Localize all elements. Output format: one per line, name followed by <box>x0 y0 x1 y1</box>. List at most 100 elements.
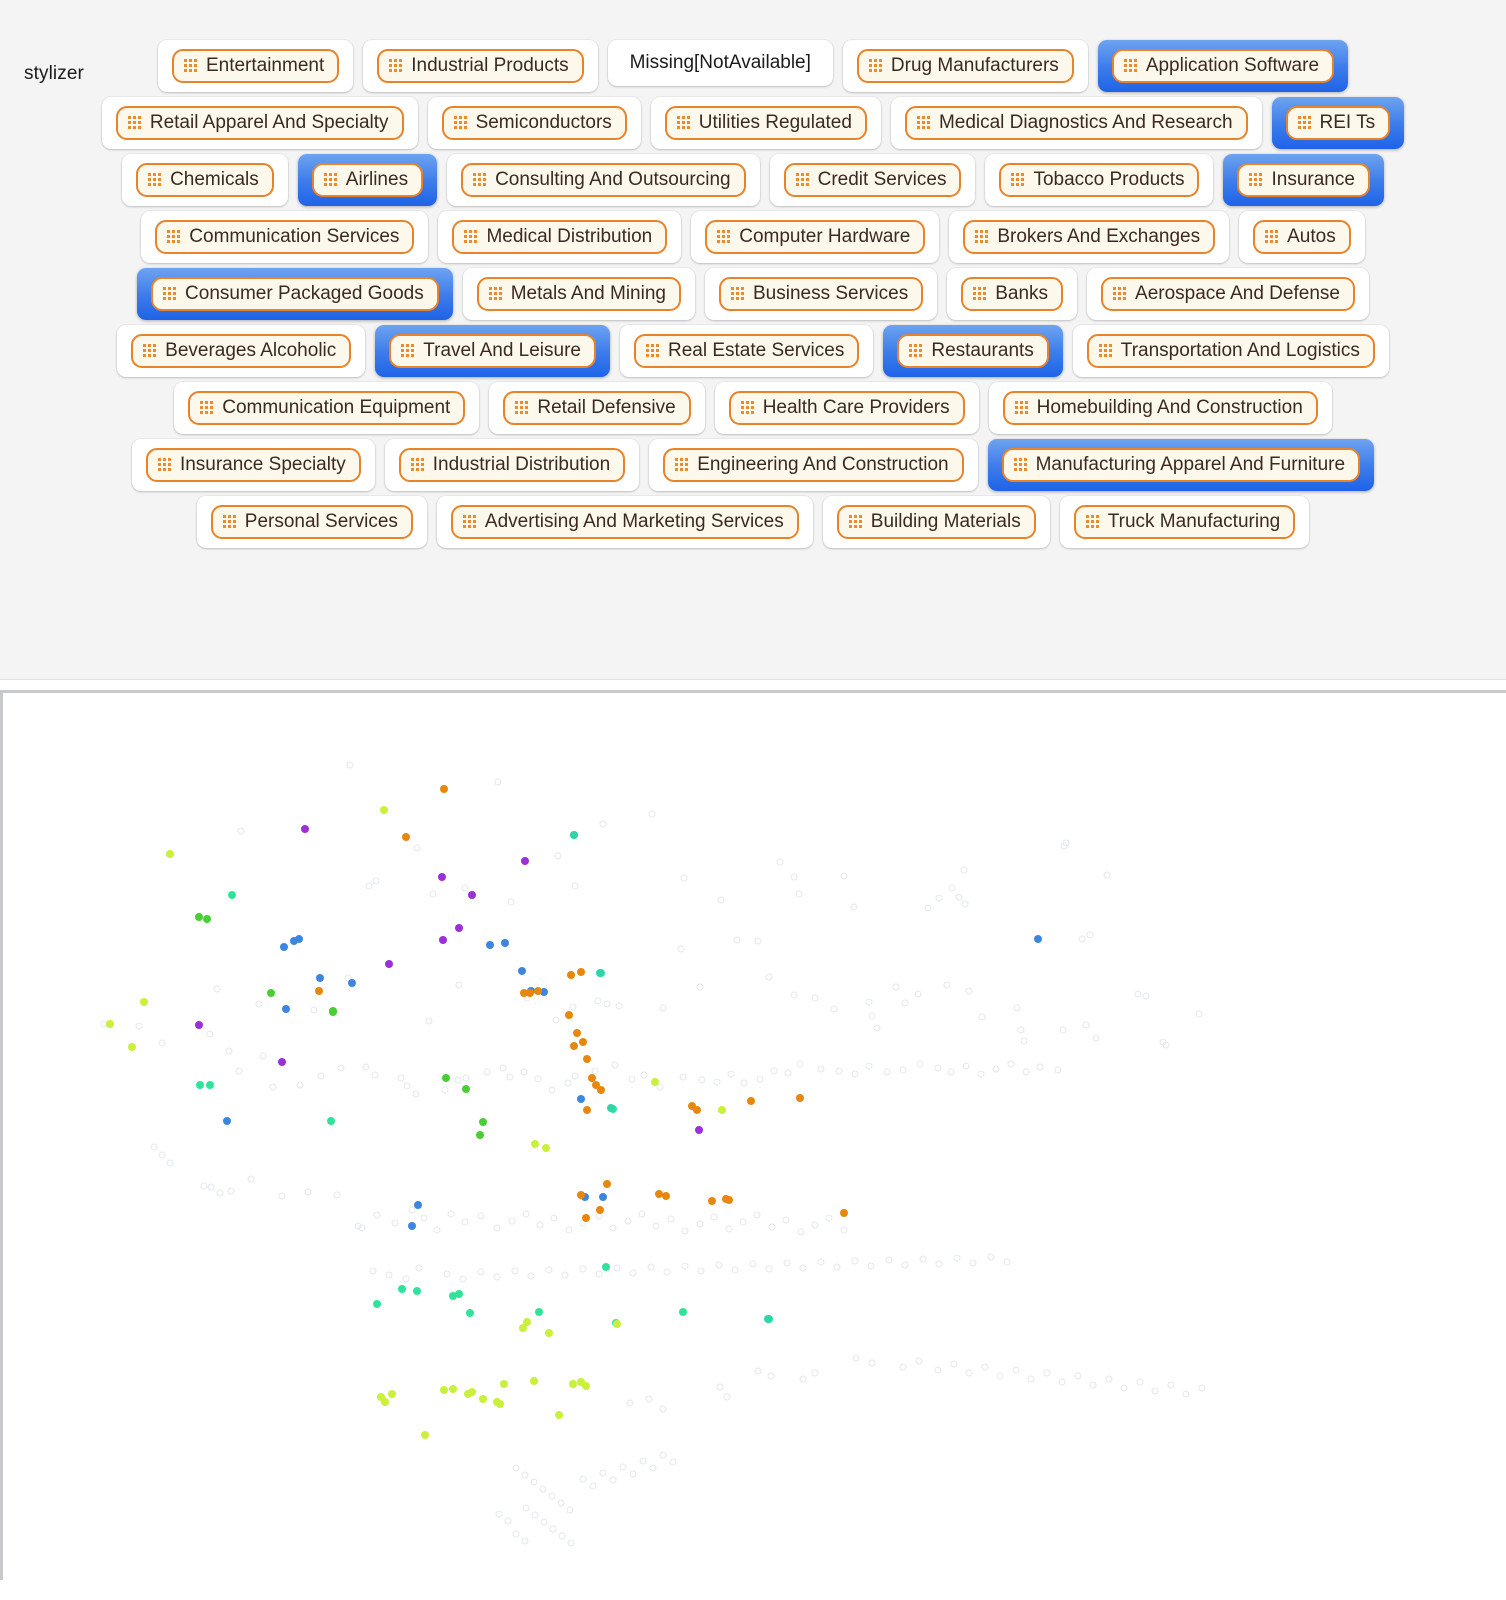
scatter-point-unselected[interactable] <box>892 983 900 991</box>
scatter-point-unselected[interactable] <box>603 1000 611 1008</box>
scatter-point-unselected[interactable] <box>548 1492 556 1500</box>
scatter-point-unselected[interactable] <box>455 981 463 989</box>
scatter-point-unselected[interactable] <box>740 1079 748 1087</box>
scatter-point-unselected[interactable] <box>679 1073 687 1081</box>
scatter-point-unselected[interactable] <box>158 1039 166 1047</box>
scatter-point[interactable] <box>567 971 575 979</box>
scatter-point-unselected[interactable] <box>965 1369 973 1377</box>
scatter-point-unselected[interactable] <box>521 1537 529 1545</box>
scatter-point[interactable] <box>166 850 174 858</box>
scatter-point-unselected[interactable] <box>835 1067 843 1075</box>
scatter-point-unselected[interactable] <box>391 1219 399 1227</box>
stylizer-chip[interactable]: Manufacturing Apparel And Furniture <box>987 439 1375 491</box>
scatter-point-unselected[interactable] <box>520 1068 528 1076</box>
scatter-point[interactable] <box>577 1095 585 1103</box>
scatter-point-unselected[interactable] <box>278 1192 286 1200</box>
scatter-point-unselected[interactable] <box>1059 1026 1067 1034</box>
scatter-point[interactable] <box>518 967 526 975</box>
stylizer-chip[interactable]: Advertising And Marketing Services <box>436 496 813 548</box>
scatter-point[interactable] <box>693 1106 701 1114</box>
scatter-point[interactable] <box>569 1380 577 1388</box>
scatter-point[interactable] <box>442 1074 450 1082</box>
scatter-point[interactable] <box>195 913 203 921</box>
scatter-point-unselected[interactable] <box>200 1182 208 1190</box>
scatter-point-unselected[interactable] <box>797 1228 805 1236</box>
scatter-point-unselected[interactable] <box>647 1263 655 1271</box>
scatter-point-unselected[interactable] <box>564 1079 572 1087</box>
scatter-point-unselected[interactable] <box>981 1363 989 1371</box>
scatter-point[interactable] <box>228 891 236 899</box>
scatter-point-unselected[interactable] <box>1078 935 1086 943</box>
scatter-point[interactable] <box>530 1377 538 1385</box>
scatter-point[interactable] <box>206 1081 214 1089</box>
scatter-point-unselected[interactable] <box>511 1267 519 1275</box>
scatter-point-unselected[interactable] <box>1195 1010 1203 1018</box>
scatter-point[interactable] <box>521 857 529 865</box>
scatter-point-unselected[interactable] <box>899 1363 907 1371</box>
scatter-point-unselected[interactable] <box>715 1261 723 1269</box>
scatter-point-unselected[interactable] <box>247 1175 255 1183</box>
scatter-point-unselected[interactable] <box>619 1463 627 1471</box>
scatter-point[interactable] <box>534 987 542 995</box>
scatter-point-unselected[interactable] <box>539 1485 547 1493</box>
scatter-point-unselected[interactable] <box>716 1383 724 1391</box>
scatter-point[interactable] <box>327 1117 335 1125</box>
scatter-point-unselected[interactable] <box>441 1086 449 1094</box>
scatter-point[interactable] <box>440 1386 448 1394</box>
scatter-point[interactable] <box>438 873 446 881</box>
scatter-point-unselected[interactable] <box>548 1086 556 1094</box>
scatter-point[interactable] <box>579 1038 587 1046</box>
scatter-point-unselected[interactable] <box>135 1022 143 1030</box>
stylizer-chip[interactable]: Retail Defensive <box>489 382 705 434</box>
scatter-point[interactable] <box>565 1011 573 1019</box>
scatter-point[interactable] <box>223 1117 231 1125</box>
scatter-point-unselected[interactable] <box>915 1357 923 1365</box>
scatter-point[interactable] <box>596 969 604 977</box>
scatter-point-unselected[interactable] <box>255 1000 263 1008</box>
scatter-point[interactable] <box>500 1380 508 1388</box>
scatter-point-unselected[interactable] <box>1120 1384 1128 1392</box>
scatter-point-unselected[interactable] <box>304 1188 312 1196</box>
scatter-point-unselected[interactable] <box>1017 1026 1025 1034</box>
scatter-point-unselected[interactable] <box>680 874 688 882</box>
scatter-point-unselected[interactable] <box>269 1083 277 1091</box>
scatter-point-unselected[interactable] <box>977 1070 985 1078</box>
scatter-point[interactable] <box>348 979 356 987</box>
scatter-point-unselected[interactable] <box>934 1366 942 1374</box>
scatter-point[interactable] <box>662 1192 670 1200</box>
scatter-point-unselected[interactable] <box>795 890 803 898</box>
scatter-point-unselected[interactable] <box>960 866 968 874</box>
scatter-point-unselected[interactable] <box>799 1375 807 1383</box>
scatter-point-unselected[interactable] <box>1043 1369 1051 1377</box>
scatter-point-unselected[interactable] <box>420 1214 428 1222</box>
scatter-point-unselected[interactable] <box>158 1151 166 1159</box>
scatter-point-unselected[interactable] <box>628 1075 636 1083</box>
scatter-point-unselected[interactable] <box>599 1469 607 1477</box>
scatter-point-unselected[interactable] <box>522 1504 530 1512</box>
scatter-point-unselected[interactable] <box>727 1070 735 1078</box>
scatter-point-unselected[interactable] <box>483 1068 491 1076</box>
scatter-point-unselected[interactable] <box>935 894 943 902</box>
scatter-point[interactable] <box>747 1097 755 1105</box>
scatter-point[interactable] <box>388 1390 396 1398</box>
scatter-point[interactable] <box>582 1382 590 1390</box>
scatter-point[interactable] <box>278 1058 286 1066</box>
scatter-point[interactable] <box>267 989 275 997</box>
scatter-point-unselected[interactable] <box>609 1224 617 1232</box>
scatter-point-unselected[interactable] <box>950 1360 958 1368</box>
scatter-point-unselected[interactable] <box>962 1062 970 1070</box>
scatter-point-unselected[interactable] <box>851 1070 859 1078</box>
scatter-point[interactable] <box>597 1086 605 1094</box>
scatter-point-unselected[interactable] <box>571 882 579 890</box>
scatter-point-unselected[interactable] <box>1013 1004 1021 1012</box>
scatter-point-unselected[interactable] <box>640 1071 648 1079</box>
scatter-point[interactable] <box>413 1287 421 1295</box>
scatter-point-unselected[interactable] <box>1022 1068 1030 1076</box>
scatter-point-unselected[interactable] <box>796 1060 804 1068</box>
scatter-point-unselected[interactable] <box>531 1511 539 1519</box>
scatter-point[interactable] <box>840 1209 848 1217</box>
scatter-point-unselected[interactable] <box>477 1268 485 1276</box>
scatter-point-unselected[interactable] <box>365 882 373 890</box>
scatter-point[interactable] <box>462 1085 470 1093</box>
scatter-point-unselected[interactable] <box>899 1066 907 1074</box>
